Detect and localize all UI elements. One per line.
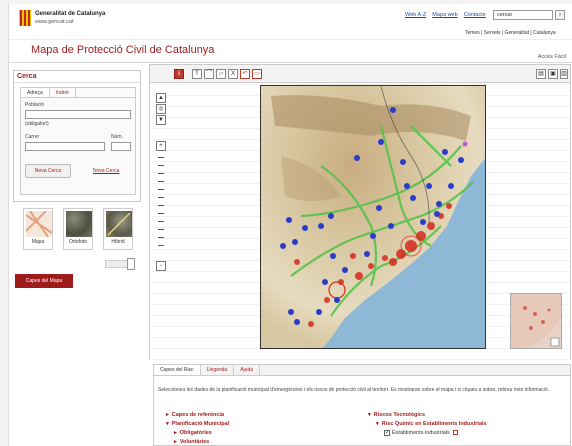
section-links[interactable]: Temes | Serveis | Generalitat | Cataluny… [465, 30, 556, 36]
site-search-button[interactable]: › [555, 10, 565, 20]
new-search-link[interactable]: Nova Cerca [93, 168, 119, 174]
basemap-label: Ortofoto [68, 239, 88, 245]
carrer-input[interactable] [25, 142, 105, 151]
tab-llegenda[interactable]: Llegenda [201, 365, 235, 375]
layer-checkbox[interactable] [384, 429, 390, 436]
text-tool-button[interactable]: T [192, 69, 202, 79]
carrer-label: Carrer [25, 134, 40, 140]
link-contacte[interactable]: Contacte [464, 12, 486, 18]
pan-center-button[interactable]: ◎ [156, 104, 166, 114]
layer-establiments[interactable]: Establiments industrials [368, 429, 487, 438]
zoom-out-button[interactable]: − [156, 261, 166, 271]
zoom-level-tick[interactable] [158, 221, 164, 222]
measure-tool-button[interactable]: ⌒ [204, 69, 214, 79]
num-input[interactable] [111, 142, 131, 151]
tree-item-obligatories[interactable]: ▸ Obligatòries [166, 429, 229, 438]
poblacio-input[interactable] [25, 110, 131, 119]
site-header: Generalitat de Catalunya www.gencat.cat … [9, 4, 572, 40]
poblacio-label: Població [25, 102, 45, 108]
zoom-level-tick[interactable] [158, 237, 164, 238]
zoom-level-tick[interactable] [158, 165, 164, 166]
divider [9, 62, 572, 63]
acces-facil-link[interactable]: Accés Fàcil [538, 54, 566, 60]
pan-down-button[interactable]: ▼ [156, 115, 166, 125]
area-tool-button[interactable]: ▱ [216, 69, 226, 79]
pdf-button[interactable]: ▥ [560, 69, 568, 79]
overview-map[interactable] [510, 293, 562, 349]
gencat-logo[interactable]: Generalitat de Catalunya www.gencat.cat [19, 10, 105, 26]
poblacio-hint: (obligatori) [25, 121, 49, 127]
hibrid-thumbnail [106, 211, 132, 237]
site-search-input[interactable]: cercar [493, 10, 553, 20]
undo-tool-button[interactable]: ↶ [240, 69, 250, 79]
tab-adreca[interactable]: Adreça [21, 88, 50, 97]
zoom-current-tick[interactable] [158, 245, 164, 246]
layer-info-icon[interactable] [452, 430, 458, 436]
zoom-in-button[interactable]: + [156, 141, 166, 151]
map-panel: i T ⌒ ▱ X ↶ ▭ ▤ ▣ ▥ ▲ ◎ ▼ + − [149, 64, 571, 360]
opacity-slider-handle[interactable] [127, 258, 135, 270]
zoom-level-tick[interactable] [158, 213, 164, 214]
zoom-level-tick[interactable] [158, 189, 164, 190]
link-mapa-web[interactable]: Mapa web [432, 12, 457, 18]
search-panel-title: Cerca [14, 71, 140, 83]
search-form: Adreça Indret Població (obligatori) Carr… [20, 87, 136, 195]
layers-tree-right: ▾ Riscos Tecnològics ▾ Risc Químic en Esta… [368, 411, 487, 438]
layers-panel: Capes del Risc Llegenda Ajuda Seleccione… [153, 364, 571, 446]
basemap-label: Mapa [31, 239, 45, 245]
page-title: Mapa de Protecció Civil de Catalunya [31, 44, 215, 56]
zoom-level-tick[interactable] [158, 205, 164, 206]
layers-intro-text: Seleccioneu les dades de la planificació… [158, 387, 550, 393]
zoom-level-tick[interactable] [158, 173, 164, 174]
org-name: Generalitat de Catalunya [35, 11, 106, 17]
zoom-level-tick[interactable] [158, 157, 164, 158]
page: Generalitat de Catalunya www.gencat.cat … [8, 4, 572, 446]
zoom-level-tick[interactable] [158, 229, 164, 230]
tab-ajuda[interactable]: Ajuda [234, 365, 261, 375]
layers-tree-left: ▸ Capes de referència ▾ Planificació Munic… [166, 411, 229, 446]
search-panel: Cerca Adreça Indret Població (obligatori… [13, 70, 141, 202]
basemap-mapa[interactable]: Mapa [23, 208, 53, 250]
tree-item-risc-quimic[interactable]: ▾ Risc Químic en Establiments Industrials [368, 420, 487, 429]
tree-item-capes-referencia[interactable]: ▸ Capes de referència [166, 411, 229, 420]
export-button[interactable]: ▣ [548, 69, 558, 79]
print-button[interactable]: ▤ [536, 69, 546, 79]
info-tool-button[interactable]: i [174, 69, 184, 79]
basemap-ortofoto[interactable]: Ortofoto [63, 208, 93, 250]
ortofoto-thumbnail [66, 211, 92, 237]
tree-item-voluntaries[interactable]: ▸ Voluntàries [166, 438, 229, 446]
zoom-level-tick[interactable] [158, 197, 164, 198]
tab-indret[interactable]: Indret [50, 88, 76, 97]
gencat-emblem-icon [19, 10, 31, 26]
org-url: www.gencat.cat [35, 19, 74, 25]
zoom-level-tick[interactable] [158, 181, 164, 182]
top-links: Web A-Z Mapa web Contacte [405, 12, 486, 18]
extra-tool-button[interactable]: ▭ [252, 69, 262, 79]
new-search-button[interactable]: Nova Cerca [25, 164, 71, 178]
link-web-az[interactable]: Web A-Z [405, 12, 426, 18]
tree-item-planificacio-municipal[interactable]: ▾ Planificació Municipal [166, 420, 229, 429]
map-canvas[interactable] [260, 85, 486, 349]
pan-up-button[interactable]: ▲ [156, 93, 166, 103]
basemap-label: Híbrid [111, 239, 125, 245]
map-toolbar: i T ⌒ ▱ X ↶ ▭ ▤ ▣ ▥ [150, 65, 570, 83]
tree-item-riscos-tecnologics[interactable]: ▾ Riscos Tecnològics [368, 411, 487, 420]
mapa-thumbnail [25, 210, 53, 238]
basemap-hibrid[interactable]: Híbrid [103, 208, 133, 250]
num-label: Núm. [111, 134, 123, 140]
map-layers-button[interactable]: Capes del Mapa [15, 274, 73, 288]
tab-capes-risc[interactable]: Capes del Risc [154, 365, 201, 375]
clear-tool-button[interactable]: X [228, 69, 238, 79]
